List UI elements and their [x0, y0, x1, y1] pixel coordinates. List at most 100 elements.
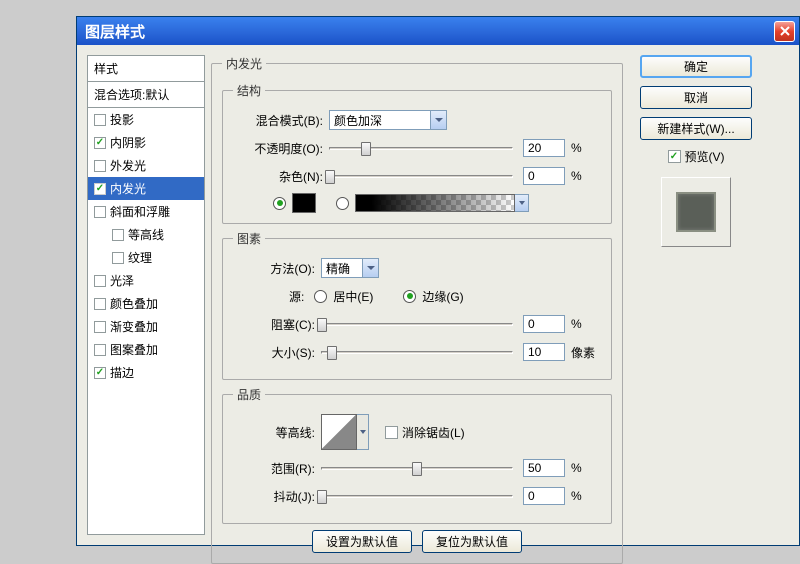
preview-panel: [661, 177, 731, 247]
blend-mode-label: 混合模式(B):: [233, 112, 329, 129]
sidebar-item-10[interactable]: 图案叠加: [88, 338, 204, 361]
sidebar-item-6[interactable]: 纹理: [88, 246, 204, 269]
sidebar-item-label: 等高线: [128, 226, 164, 243]
sidebar-checkbox[interactable]: [94, 160, 106, 172]
technique-select[interactable]: 精确: [321, 258, 379, 278]
structure-legend: 结构: [233, 82, 265, 99]
sidebar-item-8[interactable]: 颜色叠加: [88, 292, 204, 315]
sidebar-item-label: 图案叠加: [110, 341, 158, 358]
gradient-swatch[interactable]: [355, 194, 515, 212]
layer-style-dialog: 图层样式 样式 混合选项:默认 投影内阴影外发光内发光斜面和浮雕等高线纹理光泽颜…: [76, 16, 800, 546]
color-type-gradient-radio[interactable]: [336, 197, 349, 210]
sidebar-item-0[interactable]: 投影: [88, 108, 204, 131]
sidebar-checkbox[interactable]: [112, 252, 124, 264]
chevron-down-icon: [430, 111, 446, 129]
size-label: 大小(S):: [233, 344, 321, 361]
sidebar-item-label: 描边: [110, 364, 134, 381]
chevron-down-icon: [362, 259, 378, 277]
gradient-dropdown[interactable]: [515, 194, 529, 212]
source-center-radio[interactable]: [314, 290, 327, 303]
choke-slider[interactable]: [321, 315, 513, 333]
structure-group: 结构 混合模式(B): 颜色加深 不透明度(O):: [222, 82, 612, 224]
panel-header: 内发光: [222, 55, 266, 72]
new-style-button[interactable]: 新建样式(W)...: [640, 117, 752, 140]
sidebar-item-label: 外发光: [110, 157, 146, 174]
preview-swatch: [676, 192, 716, 232]
elements-legend: 图素: [233, 230, 265, 247]
sidebar-checkbox[interactable]: [94, 275, 106, 287]
jitter-slider[interactable]: [321, 487, 513, 505]
sidebar-item-label: 渐变叠加: [110, 318, 158, 335]
size-slider[interactable]: [321, 343, 513, 361]
sidebar-item-4[interactable]: 斜面和浮雕: [88, 200, 204, 223]
noise-slider[interactable]: [329, 167, 513, 185]
antialiased-checkbox-wrap[interactable]: 消除锯齿(L): [385, 424, 465, 441]
cancel-button[interactable]: 取消: [640, 86, 752, 109]
preview-checkbox[interactable]: [668, 150, 681, 163]
jitter-input[interactable]: [523, 487, 565, 505]
sidebar-item-label: 投影: [110, 111, 134, 128]
source-edge-radio[interactable]: [403, 290, 416, 303]
sidebar-item-label: 纹理: [128, 249, 152, 266]
contour-dropdown[interactable]: [357, 414, 369, 450]
contour-label: 等高线:: [233, 424, 321, 441]
sidebar-checkbox[interactable]: [94, 367, 106, 379]
color-swatch[interactable]: [292, 193, 316, 213]
reset-default-button[interactable]: 复位为默认值: [422, 530, 522, 553]
size-input[interactable]: [523, 343, 565, 361]
quality-legend: 品质: [233, 386, 265, 403]
color-type-solid-radio[interactable]: [273, 197, 286, 210]
ok-button[interactable]: 确定: [640, 55, 752, 78]
antialiased-checkbox[interactable]: [385, 426, 398, 439]
choke-label: 阻塞(C):: [233, 316, 321, 333]
sidebar-item-label: 内阴影: [110, 134, 146, 151]
sidebar-item-label: 颜色叠加: [110, 295, 158, 312]
make-default-button[interactable]: 设置为默认值: [312, 530, 412, 553]
noise-label: 杂色(N):: [233, 168, 329, 185]
styles-header[interactable]: 样式: [88, 56, 204, 82]
opacity-slider[interactable]: [329, 139, 513, 157]
range-input[interactable]: [523, 459, 565, 477]
dialog-title: 图层样式: [85, 21, 774, 42]
sidebar-checkbox[interactable]: [94, 183, 106, 195]
sidebar-checkbox[interactable]: [94, 137, 106, 149]
opacity-label: 不透明度(O):: [233, 140, 329, 157]
sidebar-item-2[interactable]: 外发光: [88, 154, 204, 177]
close-button[interactable]: [774, 21, 795, 42]
sidebar-item-7[interactable]: 光泽: [88, 269, 204, 292]
blending-options-header[interactable]: 混合选项:默认: [88, 82, 204, 108]
sidebar-item-9[interactable]: 渐变叠加: [88, 315, 204, 338]
sidebar-item-label: 内发光: [110, 180, 146, 197]
choke-input[interactable]: [523, 315, 565, 333]
sidebar-checkbox[interactable]: [94, 344, 106, 356]
sidebar-item-label: 斜面和浮雕: [110, 203, 170, 220]
range-label: 范围(R):: [233, 460, 321, 477]
sidebar-item-3[interactable]: 内发光: [88, 177, 204, 200]
main-settings-panel: 内发光 结构 混合模式(B): 颜色加深 不透明度(O):: [211, 55, 623, 535]
sidebar-checkbox[interactable]: [94, 114, 106, 126]
elements-group: 图素 方法(O): 精确 源: 居中(E): [222, 230, 612, 380]
opacity-input[interactable]: [523, 139, 565, 157]
close-icon: [779, 25, 791, 37]
contour-swatch[interactable]: [321, 414, 357, 450]
preview-checkbox-wrap[interactable]: 预览(V): [668, 148, 725, 165]
noise-input[interactable]: [523, 167, 565, 185]
sidebar-item-label: 光泽: [110, 272, 134, 289]
jitter-label: 抖动(J):: [233, 488, 321, 505]
sidebar-checkbox[interactable]: [94, 321, 106, 333]
range-slider[interactable]: [321, 459, 513, 477]
sidebar-checkbox[interactable]: [112, 229, 124, 241]
right-button-panel: 确定 取消 新建样式(W)... 预览(V): [637, 55, 755, 535]
sidebar-checkbox[interactable]: [94, 206, 106, 218]
source-label: 源:: [289, 288, 304, 305]
sidebar-checkbox[interactable]: [94, 298, 106, 310]
sidebar-item-5[interactable]: 等高线: [88, 223, 204, 246]
quality-group: 品质 等高线: 消除锯齿(L) 范围(R):: [222, 386, 612, 524]
title-bar[interactable]: 图层样式: [77, 17, 799, 45]
technique-label: 方法(O):: [233, 260, 321, 277]
sidebar-item-11[interactable]: 描边: [88, 361, 204, 384]
sidebar-item-1[interactable]: 内阴影: [88, 131, 204, 154]
blend-mode-select[interactable]: 颜色加深: [329, 110, 447, 130]
styles-list: 样式 混合选项:默认 投影内阴影外发光内发光斜面和浮雕等高线纹理光泽颜色叠加渐变…: [87, 55, 205, 535]
inner-glow-panel: 内发光 结构 混合模式(B): 颜色加深 不透明度(O):: [211, 55, 623, 564]
